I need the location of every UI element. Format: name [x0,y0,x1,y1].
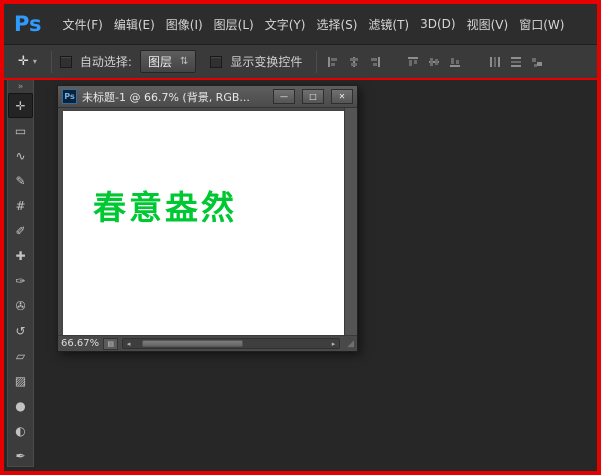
document-statusbar: 66.67% ▤ ◂ ▸ ◢ [58,335,357,351]
move-tool[interactable]: ✛ [8,93,33,118]
tools-panel: » ✛ ▭ ∿ ✎ # ✐ ✚ ✑ ✇ ↺ ▱ ▨ ● ◐ ✒ [7,80,34,467]
auto-select-label: 自动选择: [80,53,132,70]
marquee-tool[interactable]: ▭ [8,118,33,143]
options-bar: ✛ ▾ 自动选择: 图层 ⇅ 显示变换控件 [4,44,597,78]
gradient-tool[interactable]: ▨ [8,368,33,393]
scroll-right-icon[interactable]: ▸ [328,340,339,348]
menu-item-image[interactable]: 图像(I) [166,16,203,33]
resize-grip[interactable]: ◢ [344,339,354,349]
align-edge-group [325,54,383,70]
canvas[interactable]: 春意盎然 [63,111,344,335]
ps-logo: Ps [14,12,42,36]
auto-select-dropdown[interactable]: 图层 ⇅ [140,50,196,73]
minimize-button[interactable]: — [273,89,295,104]
menu-item-file[interactable]: 文件(F) [63,16,103,33]
scroll-thumb[interactable] [142,340,243,347]
distribute-left-icon[interactable] [487,54,503,70]
document-ps-icon: Ps [62,89,77,104]
tool-preset-picker[interactable]: ✛ ▾ [12,51,43,72]
zoom-level: 66.67% [61,338,99,349]
distribute-group [487,54,545,70]
menu-item-filter[interactable]: 滤镜(T) [368,16,409,33]
move-tool-icon: ✛ [18,54,29,69]
separator [51,51,52,73]
scroll-track[interactable] [134,339,328,348]
align-vertical-group [405,54,463,70]
dodge-tool[interactable]: ◐ [8,418,33,443]
align-center-horizontal-icon[interactable] [346,54,362,70]
crop-tool[interactable]: # [8,193,33,218]
distribute-center-icon[interactable] [508,54,524,70]
auto-select-value: 图层 [148,53,172,70]
eyedropper-tool[interactable]: ✐ [8,218,33,243]
align-left-icon[interactable] [325,54,341,70]
close-button[interactable]: ✕ [331,89,353,104]
vertical-scrollbar[interactable] [344,108,357,335]
eraser-tool[interactable]: ▱ [8,343,33,368]
history-brush-tool[interactable]: ↺ [8,318,33,343]
chevron-down-icon: ▾ [33,57,37,66]
menu-item-window[interactable]: 窗口(W) [519,16,564,33]
align-top-icon[interactable] [405,54,421,70]
separator [316,51,317,73]
distribute-right-icon[interactable] [529,54,545,70]
photoshop-window: Ps 文件(F) 编辑(E) 图像(I) 图层(L) 文字(Y) 选择(S) 滤… [0,0,601,475]
toolbar-collapse-icon[interactable]: » [8,80,33,93]
clone-stamp-tool[interactable]: ✇ [8,293,33,318]
document-body: 春意盎然 [58,108,357,335]
document-window: Ps 未标题-1 @ 66.7% (背景, RGB... — □ ✕ 春意盎然 … [57,85,358,352]
menu-item-edit[interactable]: 编辑(E) [114,16,155,33]
align-right-icon[interactable] [367,54,383,70]
menu-item-view[interactable]: 视图(V) [467,16,509,33]
lasso-tool[interactable]: ∿ [8,143,33,168]
scroll-left-icon[interactable]: ◂ [123,340,134,348]
blur-tool[interactable]: ● [8,393,33,418]
healing-brush-tool[interactable]: ✚ [8,243,33,268]
status-options-button[interactable]: ▤ [103,338,118,350]
quick-select-tool[interactable]: ✎ [8,168,33,193]
workspace: » ✛ ▭ ∿ ✎ # ✐ ✚ ✑ ✇ ↺ ▱ ▨ ● ◐ ✒ Ps 未标题-1… [4,80,597,467]
auto-select-checkbox[interactable] [60,56,72,68]
maximize-button[interactable]: □ [302,89,324,104]
show-transform-label: 显示变换控件 [230,53,302,70]
updown-arrows-icon: ⇅ [180,56,188,67]
brush-tool[interactable]: ✑ [8,268,33,293]
pen-tool[interactable]: ✒ [8,443,33,467]
show-transform-checkbox[interactable] [210,56,222,68]
horizontal-scrollbar[interactable]: ◂ ▸ [122,338,340,349]
menu-item-3d[interactable]: 3D(D) [420,17,455,31]
document-titlebar[interactable]: Ps 未标题-1 @ 66.7% (背景, RGB... — □ ✕ [58,86,357,108]
canvas-text: 春意盎然 [93,181,237,229]
menu-item-type[interactable]: 文字(Y) [265,16,306,33]
menu-item-select[interactable]: 选择(S) [316,16,357,33]
menu-item-layer[interactable]: 图层(L) [214,16,254,33]
menu-bar: Ps 文件(F) 编辑(E) 图像(I) 图层(L) 文字(Y) 选择(S) 滤… [4,4,597,44]
document-title: 未标题-1 @ 66.7% (背景, RGB... [82,89,266,105]
align-bottom-icon[interactable] [447,54,463,70]
align-middle-icon[interactable] [426,54,442,70]
